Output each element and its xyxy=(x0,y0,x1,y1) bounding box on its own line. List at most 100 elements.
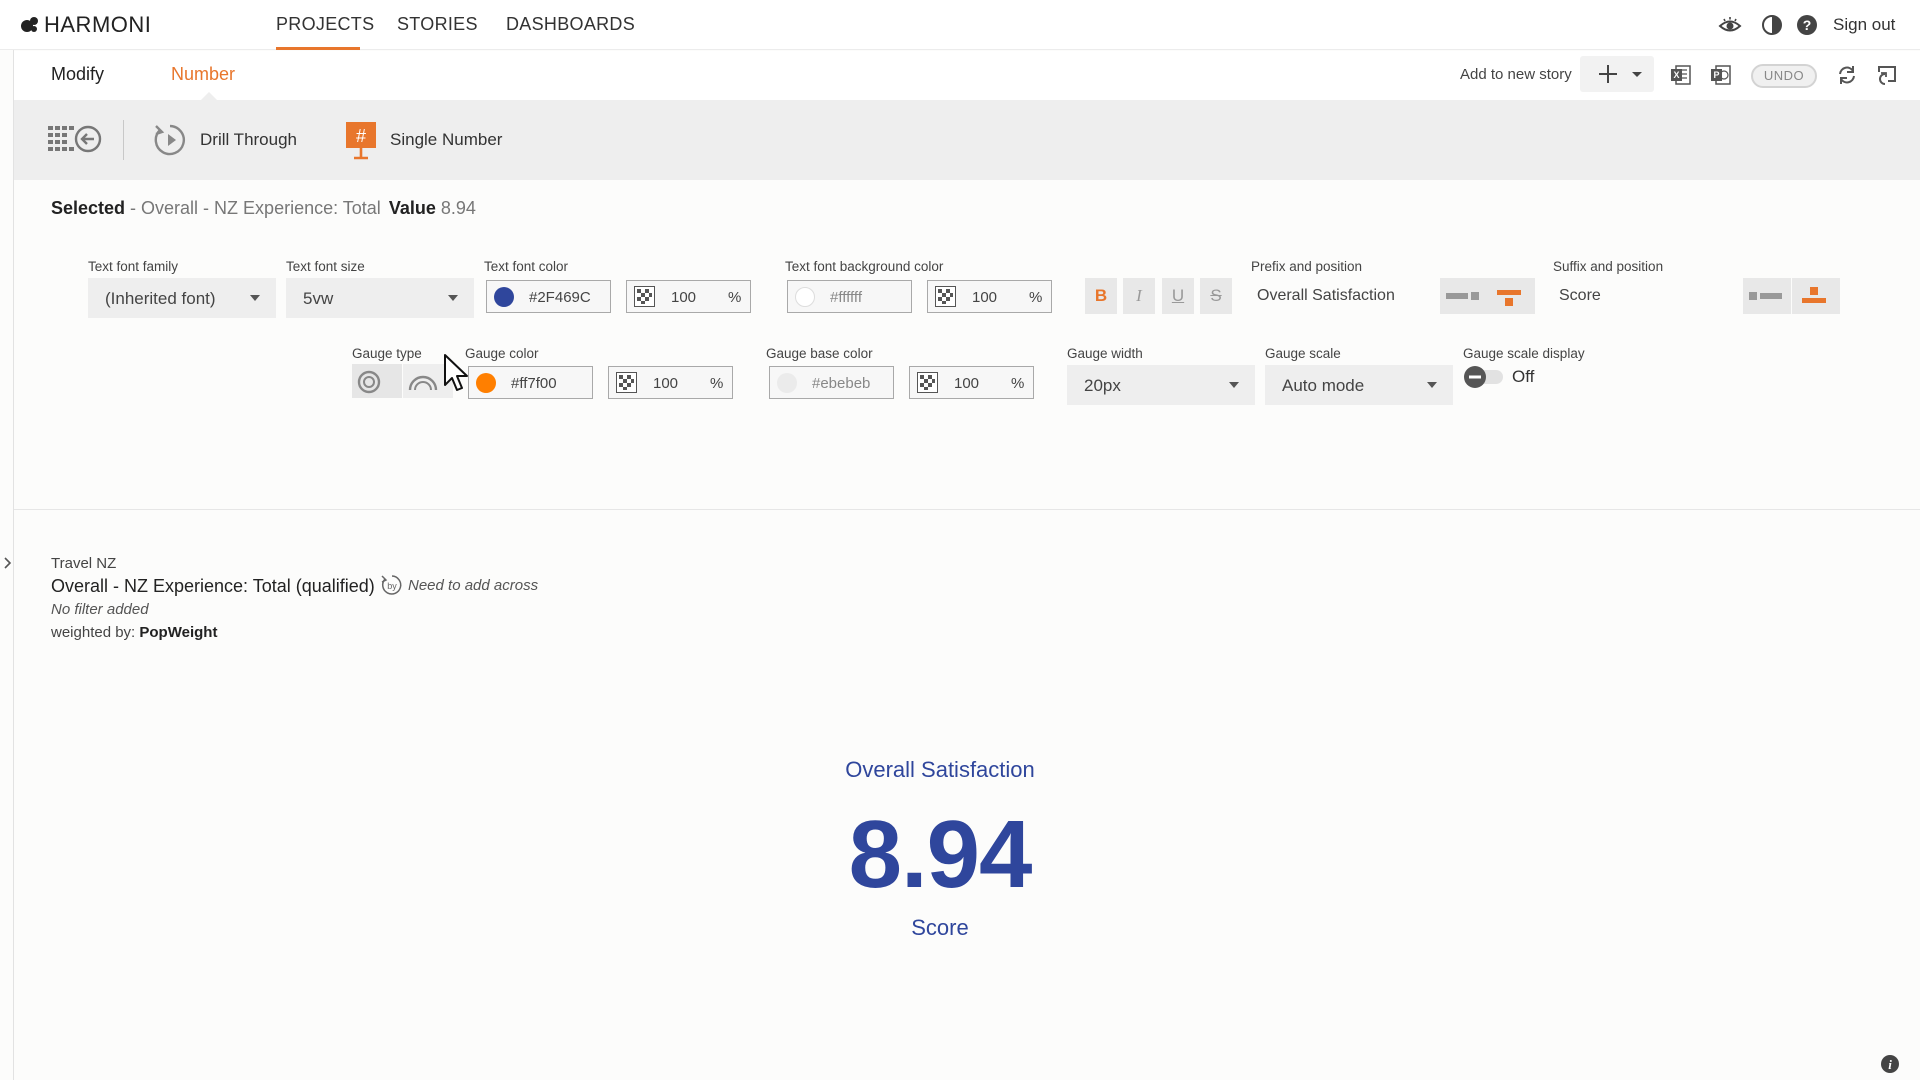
strikethrough-button[interactable]: S xyxy=(1200,278,1232,314)
percent-unit: % xyxy=(1011,375,1025,392)
toolbar-separator xyxy=(123,120,124,160)
info-icon[interactable]: i xyxy=(1880,1054,1900,1074)
widget-suffix: Score xyxy=(911,915,969,940)
chevron-down-icon xyxy=(448,295,458,301)
gauge-scale-display-toggle[interactable] xyxy=(1463,365,1507,389)
text-font-family-label: Text font family xyxy=(88,259,179,274)
percent-unit: % xyxy=(1029,289,1043,306)
undo-button[interactable]: UNDO xyxy=(1751,64,1817,88)
gauge-scale-display-label: Gauge scale display xyxy=(1463,346,1585,361)
prefix-input[interactable]: Overall Satisfaction xyxy=(1257,287,1395,305)
need-across-hint: Need to add across xyxy=(408,577,539,594)
chevron-down-icon xyxy=(1427,382,1437,388)
nav-stories[interactable]: STORIES xyxy=(397,14,478,35)
logo-icon xyxy=(21,17,38,32)
text-font-bg-opacity-input[interactable]: 100 % xyxy=(927,280,1052,313)
text-font-bg-color-value: #ffffff xyxy=(830,289,862,306)
text-font-size-label: Text font size xyxy=(286,259,365,274)
by-icon[interactable]: by xyxy=(380,573,404,597)
prefix-position-above[interactable] xyxy=(1487,278,1535,314)
gauge-base-color-label: Gauge base color xyxy=(766,346,873,361)
tab-number[interactable]: Number xyxy=(171,64,235,85)
left-border xyxy=(13,50,14,1080)
question-title: Overall - NZ Experience: Total (qualifie… xyxy=(51,576,375,596)
text-font-color-input[interactable]: #2F469C xyxy=(486,280,611,313)
nav-active-indicator xyxy=(276,47,360,50)
inline-position-icon xyxy=(1749,292,1782,300)
nav-dashboards[interactable]: DASHBOARDS xyxy=(506,14,635,35)
eye-icon[interactable] xyxy=(1718,13,1742,37)
gauge-base-opacity-input[interactable]: 100 % xyxy=(909,366,1034,399)
gauge-base-color-value: #ebebeb xyxy=(812,375,871,392)
svg-text:i: i xyxy=(1888,1057,1892,1072)
refresh-icon[interactable] xyxy=(1836,64,1858,86)
add-to-story-button[interactable] xyxy=(1580,56,1654,92)
text-font-bg-color-input[interactable]: #ffffff xyxy=(787,280,912,313)
text-font-bg-opacity-value: 100 xyxy=(972,289,998,306)
gauge-base-color-input[interactable]: #ebebeb xyxy=(769,366,894,399)
weighted-by-label: weighted by: xyxy=(51,624,140,641)
svg-text:#: # xyxy=(356,126,366,146)
nav-projects[interactable]: PROJECTS xyxy=(276,14,374,35)
color-swatch[interactable] xyxy=(777,373,797,393)
underline-button[interactable]: U xyxy=(1162,278,1194,314)
gauge-color-input[interactable]: #ff7f00 xyxy=(468,366,593,399)
gauge-color-label: Gauge color xyxy=(465,346,539,361)
selected-item: - Overall - NZ Experience: Total xyxy=(125,198,381,218)
prefix-position-inline[interactable] xyxy=(1440,278,1488,314)
tab-modify[interactable]: Modify xyxy=(51,64,104,85)
drill-through-label[interactable]: Drill Through xyxy=(200,130,297,150)
text-font-color-value: #2F469C xyxy=(529,289,591,306)
text-font-bg-color-label: Text font background color xyxy=(785,259,944,274)
gauge-scale-select[interactable]: Auto mode xyxy=(1265,365,1453,405)
table-back-icon[interactable] xyxy=(48,123,104,155)
gauge-width-value: 20px xyxy=(1084,376,1121,395)
above-position-icon xyxy=(1497,290,1521,306)
suffix-input[interactable]: Score xyxy=(1559,287,1601,305)
harmoni-logo[interactable]: HARMONI xyxy=(20,12,151,38)
value-label: Value xyxy=(388,198,436,218)
suffix-position-inline[interactable] xyxy=(1743,278,1791,314)
gauge-color-value: #ff7f00 xyxy=(511,375,557,392)
text-font-opacity-input[interactable]: 100 % xyxy=(626,280,751,313)
transparency-icon xyxy=(935,286,956,307)
powerpoint-export-icon[interactable]: P xyxy=(1710,64,1732,86)
ring-gauge-icon xyxy=(357,370,381,394)
svg-text:P: P xyxy=(1713,70,1719,80)
add-to-story-label: Add to new story xyxy=(1460,66,1572,83)
bold-button[interactable]: B xyxy=(1085,278,1117,314)
text-font-opacity-value: 100 xyxy=(671,289,697,306)
contrast-icon[interactable] xyxy=(1760,13,1784,37)
single-number-label[interactable]: Single Number xyxy=(390,130,502,150)
text-font-family-value: (Inherited font) xyxy=(105,289,216,308)
color-swatch[interactable] xyxy=(494,287,514,307)
gauge-opacity-input[interactable]: 100 % xyxy=(608,366,733,399)
color-swatch[interactable] xyxy=(476,373,496,393)
visualization-toolbar xyxy=(14,100,1920,180)
gauge-base-opacity-value: 100 xyxy=(954,375,980,392)
gauge-width-select[interactable]: 20px xyxy=(1067,365,1255,405)
transparency-icon xyxy=(616,372,637,393)
suffix-position-below[interactable] xyxy=(1792,278,1840,314)
prefix-label: Prefix and position xyxy=(1251,259,1363,274)
widget-value: 8.94 xyxy=(848,801,1033,908)
help-icon[interactable]: ? xyxy=(1795,13,1819,37)
drill-through-icon[interactable] xyxy=(152,122,188,158)
gauge-type-ring[interactable] xyxy=(352,364,402,398)
sign-out-link[interactable]: Sign out xyxy=(1833,15,1895,35)
italic-button[interactable]: I xyxy=(1123,278,1155,314)
single-number-icon[interactable]: # xyxy=(344,120,378,160)
svg-text:by: by xyxy=(387,581,397,591)
svg-text:?: ? xyxy=(1803,17,1812,33)
color-swatch[interactable] xyxy=(795,287,815,307)
reset-view-icon[interactable] xyxy=(1876,64,1898,86)
excel-export-icon[interactable]: X xyxy=(1670,64,1692,86)
brand-name: HARMONI xyxy=(44,12,152,37)
below-position-icon xyxy=(1802,287,1826,303)
mouse-cursor-icon xyxy=(443,353,471,395)
text-font-family-select[interactable]: (Inherited font) xyxy=(88,278,276,318)
chevron-right-icon[interactable] xyxy=(3,556,13,570)
text-font-size-select[interactable]: 5vw xyxy=(286,278,474,318)
inline-position-icon xyxy=(1446,292,1479,300)
gauge-width-label: Gauge width xyxy=(1067,346,1143,361)
